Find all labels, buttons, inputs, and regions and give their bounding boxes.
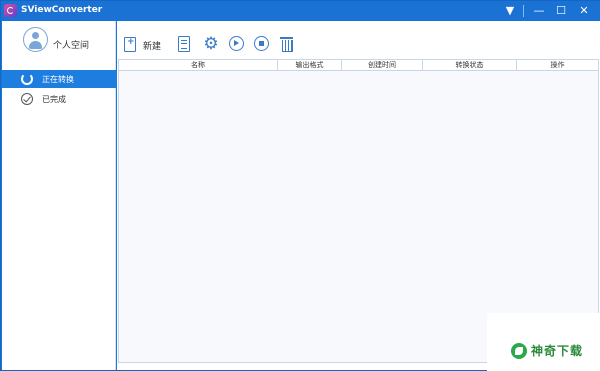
watermark-text: 神奇下载 xyxy=(531,344,584,358)
titlebar-divider xyxy=(523,5,524,17)
column-header-name[interactable]: 名称 xyxy=(119,60,278,71)
app-logo-icon xyxy=(4,4,17,17)
stop-icon[interactable] xyxy=(254,36,269,51)
toolbar: 新建 ⚙ xyxy=(117,21,600,58)
minimize-button[interactable]: — xyxy=(528,1,550,21)
watermark-logo-icon xyxy=(511,343,527,359)
column-header-output-format[interactable]: 输出格式 xyxy=(278,60,342,71)
avatar-icon[interactable] xyxy=(23,27,48,52)
new-button[interactable]: 新建 xyxy=(123,36,167,54)
sidebar-item-label: 已完成 xyxy=(42,95,66,104)
trash-icon[interactable] xyxy=(280,36,293,52)
column-header-status[interactable]: 转换状态 xyxy=(423,60,517,71)
maximize-button[interactable]: ☐ xyxy=(550,1,572,21)
new-button-label: 新建 xyxy=(143,42,162,52)
sidebar-item-completed[interactable]: 已完成 xyxy=(2,90,116,108)
title-bar[interactable]: SViewConverter ▼ — ☐ ✕ xyxy=(1,1,600,21)
gear-icon[interactable]: ⚙ xyxy=(203,36,219,53)
column-header-actions[interactable]: 操作 xyxy=(517,60,598,71)
converting-icon xyxy=(21,73,33,85)
watermark: 神奇下载 xyxy=(487,313,600,371)
table-header: 名称 输出格式 创建时间 转换状态 操作 xyxy=(119,60,598,71)
sidebar-item-label: 正在转换 xyxy=(42,75,74,84)
sidebar-item-converting[interactable]: 正在转换 xyxy=(2,70,122,88)
play-icon[interactable] xyxy=(229,36,244,51)
app-title: SViewConverter xyxy=(21,5,103,15)
profile-section[interactable]: 个人空间 xyxy=(2,21,116,67)
sidebar: 个人空间 正在转换 已完成 xyxy=(2,21,122,370)
profile-label[interactable]: 个人空间 xyxy=(53,38,89,51)
new-file-icon xyxy=(124,37,136,52)
check-circle-icon xyxy=(21,93,33,105)
column-header-created-time[interactable]: 创建时间 xyxy=(342,60,423,71)
document-list-icon[interactable] xyxy=(178,36,190,52)
menu-dropdown-icon[interactable]: ▼ xyxy=(499,1,521,21)
close-button[interactable]: ✕ xyxy=(573,1,595,21)
